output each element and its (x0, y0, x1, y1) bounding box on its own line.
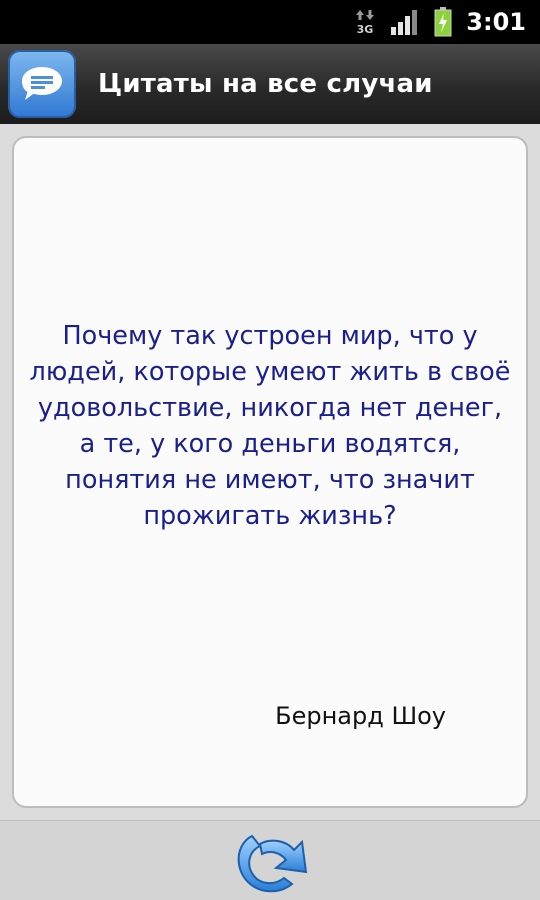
chat-bubble-icon (8, 50, 76, 118)
status-time: 3:01 (466, 8, 526, 36)
quote-author: Бернард Шоу (275, 702, 446, 730)
network-3g-icon: 3G (354, 9, 376, 35)
network-type-label: 3G (357, 23, 374, 35)
title-bar: Цитаты на все случаи (0, 44, 540, 124)
status-bar: 3G 3:01 (0, 0, 540, 44)
signal-strength-icon (390, 9, 420, 35)
app-title: Цитаты на все случаи (98, 69, 433, 99)
quote-card: Почему так устроен мир, что у людей, кот… (12, 136, 528, 808)
quote-text: Почему так устроен мир, что у людей, кот… (29, 321, 511, 531)
refresh-icon (237, 834, 308, 893)
battery-charging-icon (434, 7, 452, 37)
refresh-button[interactable] (230, 826, 312, 898)
